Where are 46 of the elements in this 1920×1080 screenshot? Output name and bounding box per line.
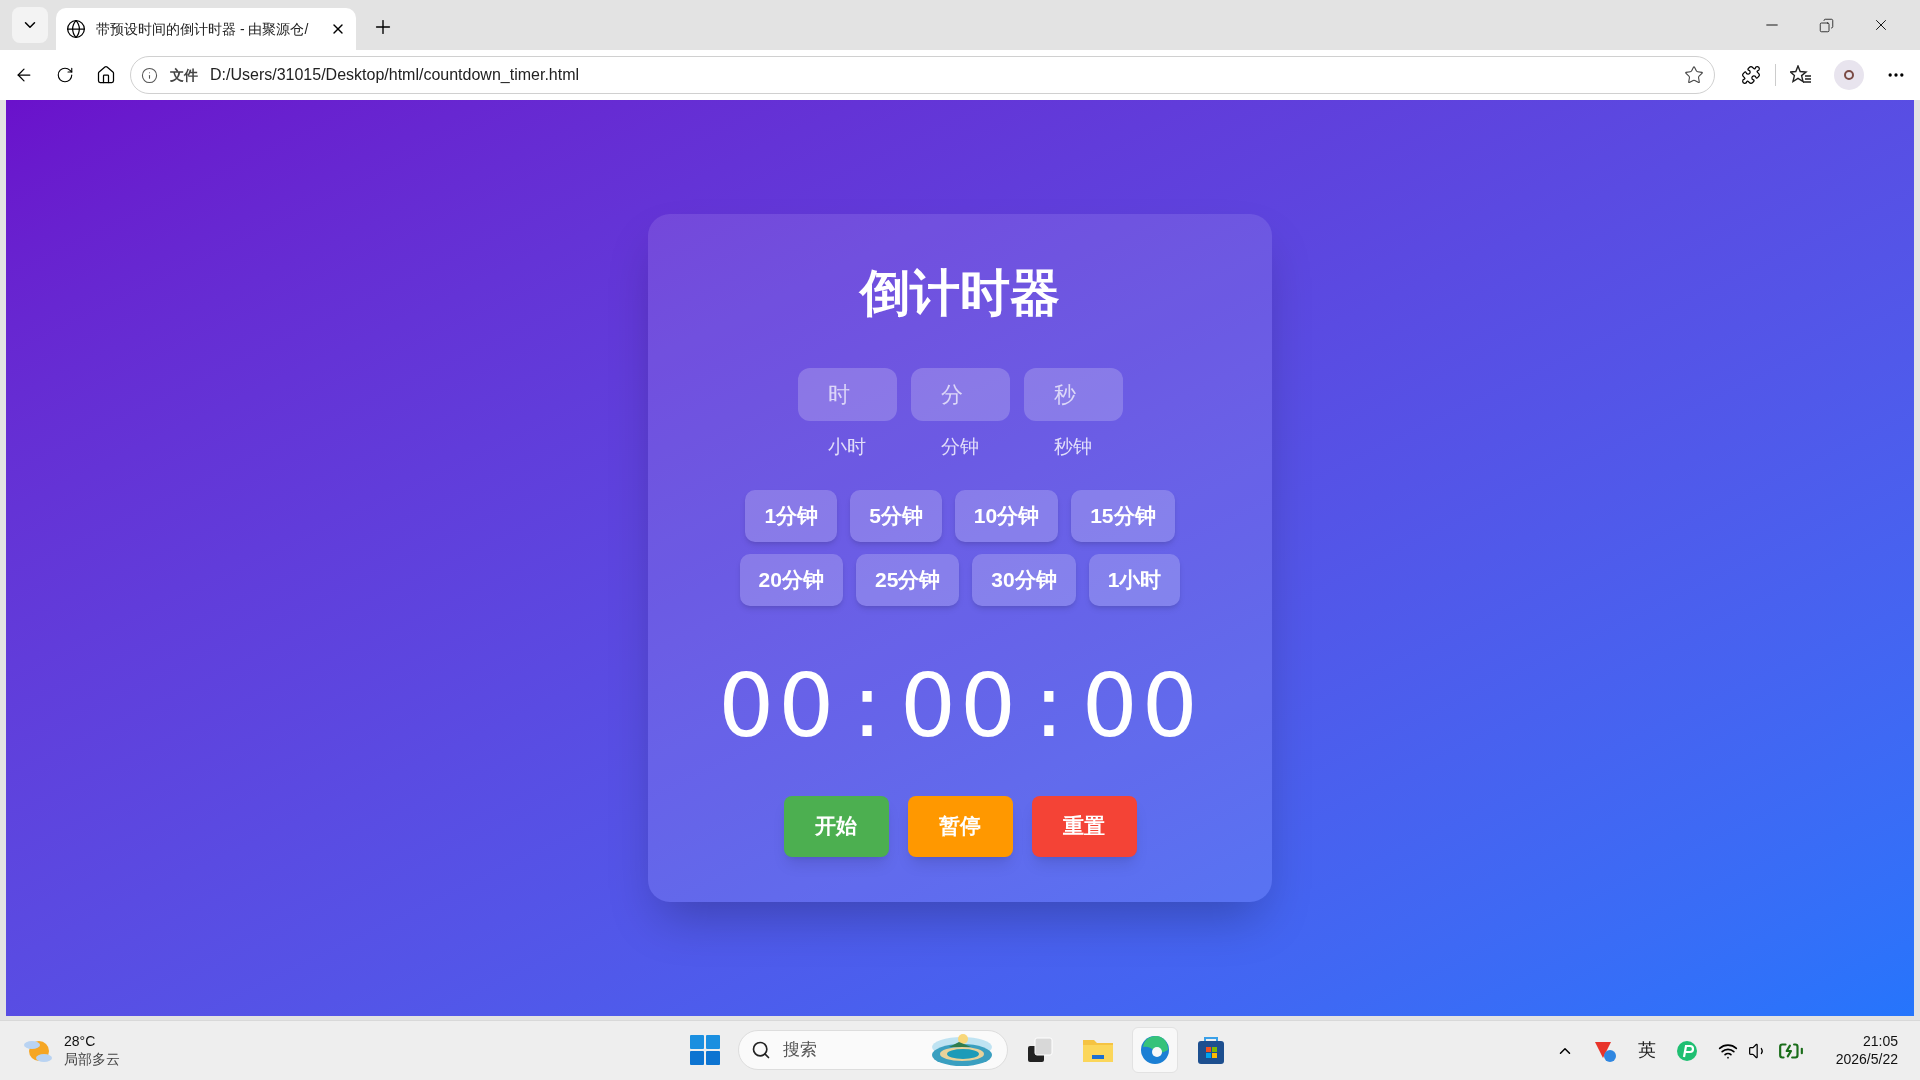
browser-taskbar-button[interactable]: [1132, 1027, 1178, 1073]
extensions-icon[interactable]: [1741, 65, 1761, 85]
address-label: 文件: [170, 65, 198, 85]
input-label: 秒钟: [1054, 435, 1092, 459]
browser-swirl-icon: [1140, 1035, 1170, 1065]
input-label: 小时: [828, 435, 866, 459]
control-button[interactable]: 重置: [1031, 795, 1137, 857]
clock-date[interactable]: 2026/5/22: [1835, 1050, 1898, 1068]
preset-button[interactable]: 20分钟: [739, 553, 843, 606]
tab-title: 带预设时间的倒计时器 - 由聚源仓/: [96, 19, 310, 39]
browser-tab[interactable]: 带预设时间的倒计时器 - 由聚源仓/: [56, 8, 356, 50]
vector-app-icon[interactable]: [1593, 1039, 1618, 1062]
time-digits: 00: [900, 652, 1020, 759]
time-separator: :: [1034, 652, 1068, 759]
favorites-icon[interactable]: [1790, 65, 1812, 85]
control-button[interactable]: 开始: [783, 795, 889, 857]
reload-icon[interactable]: [56, 66, 74, 84]
timer-title: 倒计时器: [860, 268, 1060, 318]
preset-button[interactable]: 30分钟: [972, 553, 1076, 606]
weather-condition: 局部多云: [64, 1050, 120, 1068]
control-button[interactable]: 暂停: [907, 795, 1013, 857]
restore-icon[interactable]: [1819, 17, 1834, 33]
profile-avatar[interactable]: [1834, 60, 1864, 90]
preset-button[interactable]: 1分钟: [745, 489, 838, 542]
preset-button[interactable]: 15分钟: [1071, 489, 1175, 542]
favorite-star-icon[interactable]: [1684, 65, 1704, 85]
preset-button[interactable]: 1小时: [1088, 553, 1181, 606]
weather-temperature: 28°C: [64, 1033, 97, 1051]
preset-button[interactable]: 25分钟: [855, 553, 960, 606]
time-digits: 00: [1081, 652, 1202, 759]
url-text: D:/Users/31015/Desktop/html/countdown_timer.html: [210, 65, 581, 85]
search-field[interactable]: 搜索: [738, 1030, 1008, 1070]
home-icon[interactable]: [96, 65, 116, 85]
clock-time[interactable]: 21:05: [1862, 1033, 1898, 1051]
time-separator: :: [852, 652, 886, 759]
preset-button[interactable]: 10分钟: [954, 489, 1059, 542]
preset-button[interactable]: 5分钟: [850, 489, 942, 542]
input-label: 分钟: [941, 435, 979, 459]
info-icon[interactable]: [141, 66, 158, 84]
input-method-indicator[interactable]: 英: [1637, 1037, 1656, 1064]
store-icon[interactable]: [1196, 1035, 1226, 1065]
start-icon[interactable]: [690, 1035, 720, 1065]
time-digits: 00: [718, 652, 839, 759]
task-view-icon[interactable]: [1026, 1036, 1054, 1064]
search-icon: [751, 1040, 771, 1060]
globe-icon: [66, 19, 86, 39]
